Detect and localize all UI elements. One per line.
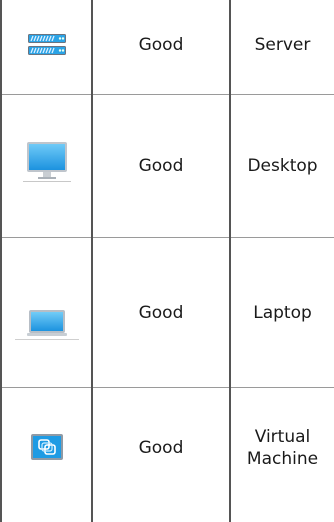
device-type-cell: Laptop	[253, 302, 312, 323]
column-divider	[0, 0, 2, 522]
device-icon-cell	[2, 95, 91, 237]
status-cell: Good	[138, 438, 184, 458]
column-divider	[229, 0, 231, 522]
table-row[interactable]: Good Virtual Machine	[0, 388, 334, 522]
device-type-label: Virtual Machine	[246, 427, 319, 469]
status-cell: Good	[138, 302, 184, 323]
table-row[interactable]: Good Laptop	[0, 238, 334, 387]
device-icon-cell	[2, 388, 91, 522]
column-divider	[91, 0, 93, 522]
status-cell: Good	[138, 156, 184, 176]
device-icon-cell	[2, 0, 91, 94]
virtual-machine-icon	[30, 433, 64, 463]
status-cell: Good	[138, 35, 184, 55]
laptop-icon	[14, 308, 79, 344]
table-row[interactable]: Good Desktop	[0, 95, 334, 237]
device-icon-cell	[2, 238, 91, 387]
desktop-icon	[22, 141, 71, 187]
table-row[interactable]: Good Server	[0, 0, 334, 94]
device-type-cell: Virtual Machine	[231, 374, 334, 522]
server-icon	[27, 33, 67, 57]
device-type-cell: Desktop	[247, 156, 318, 176]
device-type-cell: Server	[254, 35, 311, 55]
